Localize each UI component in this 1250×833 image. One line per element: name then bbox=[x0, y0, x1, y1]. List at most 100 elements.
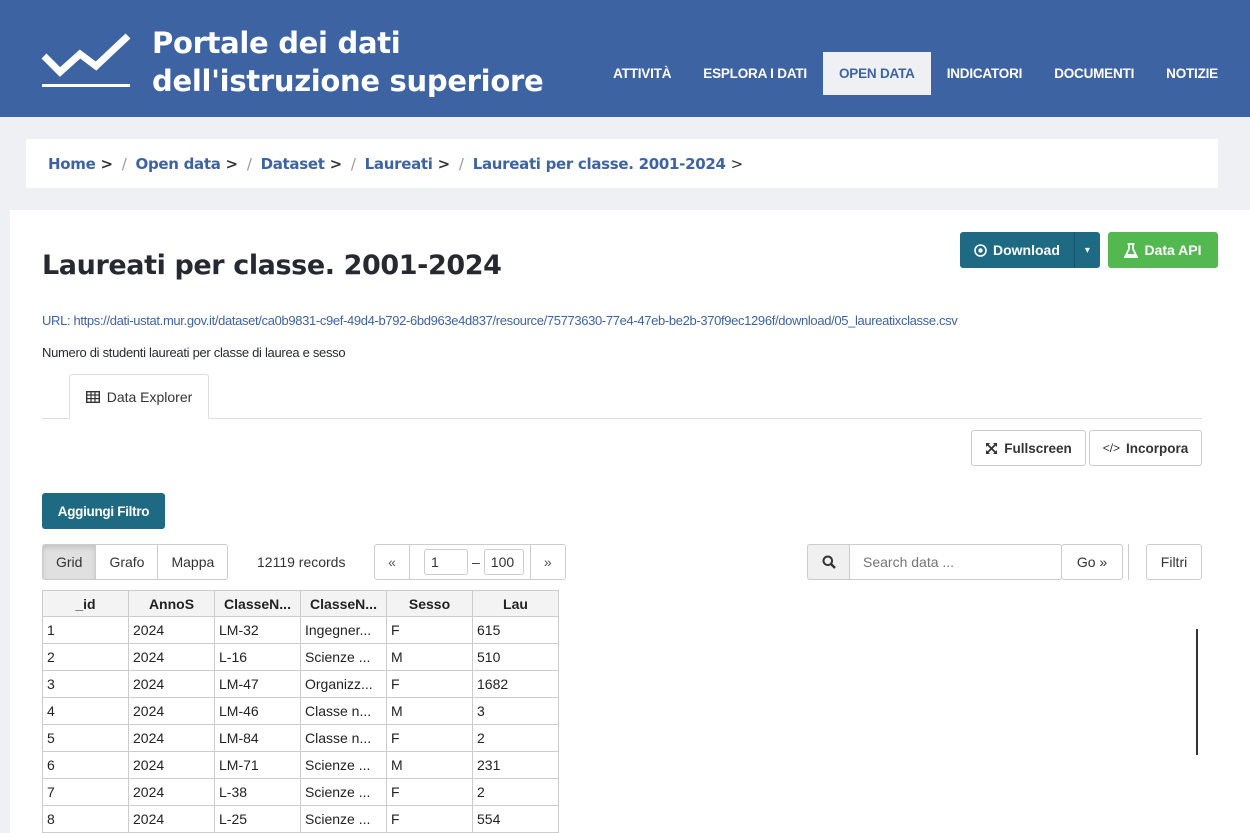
grid-cell[interactable]: Classe n... bbox=[300, 697, 387, 725]
grid-cell[interactable]: 2024 bbox=[128, 643, 215, 671]
grid-cell[interactable]: LM-46 bbox=[214, 697, 301, 725]
pager-next-button[interactable]: » bbox=[529, 544, 566, 580]
grid-cell[interactable]: 8 bbox=[42, 805, 129, 833]
download-button-group: Download ▾ bbox=[960, 232, 1100, 268]
search-box bbox=[807, 544, 1062, 580]
grid-cell[interactable]: 5 bbox=[42, 724, 129, 752]
grid-cell[interactable]: F bbox=[386, 616, 473, 644]
grid-cell[interactable]: 554 bbox=[472, 805, 559, 833]
search-input[interactable] bbox=[850, 544, 1062, 580]
url-label: URL: bbox=[42, 313, 71, 328]
grid-cell[interactable]: 615 bbox=[472, 616, 559, 644]
grid-vertical-scrollbar[interactable] bbox=[1196, 629, 1198, 755]
grid-cell[interactable]: Ingegner... bbox=[300, 616, 387, 644]
view-graph-button[interactable]: Grafo bbox=[95, 544, 159, 580]
grid-cell[interactable]: 1 bbox=[42, 616, 129, 644]
grid-cell[interactable]: 2024 bbox=[128, 805, 215, 833]
grid-cell[interactable]: 231 bbox=[472, 751, 559, 779]
grid-cell[interactable]: 2024 bbox=[128, 616, 215, 644]
download-dropdown-toggle[interactable]: ▾ bbox=[1073, 232, 1100, 268]
nav-item-open-data[interactable]: OPEN DATA bbox=[822, 52, 931, 95]
table-row: 6 2024 LM-71 Scienze ... M 231 bbox=[42, 751, 559, 779]
table-row: 3 2024 LM-47 Organizz... F 1682 bbox=[42, 670, 559, 698]
grid-cell[interactable]: 2024 bbox=[128, 697, 215, 725]
grid-cell[interactable]: F bbox=[386, 778, 473, 806]
grid-cell[interactable]: 2 bbox=[42, 643, 129, 671]
nav-item-notizie[interactable]: NOTIZIE bbox=[1150, 52, 1234, 95]
grid-cell[interactable]: L-25 bbox=[214, 805, 301, 833]
site-brand[interactable]: Portale dei dati dell'istruzione superio… bbox=[152, 24, 544, 100]
search-icon-addon bbox=[807, 544, 850, 580]
grid-cell[interactable]: 3 bbox=[42, 670, 129, 698]
embed-label: Incorpora bbox=[1126, 440, 1189, 456]
column-header[interactable]: ClasseN... bbox=[300, 590, 387, 617]
table-row: 7 2024 L-38 Scienze ... F 2 bbox=[42, 778, 559, 806]
grid-cell[interactable]: Scienze ... bbox=[300, 751, 387, 779]
grid-cell[interactable]: 510 bbox=[472, 643, 559, 671]
tab-data-explorer[interactable]: Data Explorer bbox=[69, 374, 209, 419]
grid-cell[interactable]: 2024 bbox=[128, 724, 215, 752]
pager-from-input[interactable] bbox=[424, 549, 468, 575]
grid-cell[interactable]: 2024 bbox=[128, 670, 215, 698]
grid-cell[interactable]: 3 bbox=[472, 697, 559, 725]
data-api-button[interactable]: Data API bbox=[1108, 232, 1218, 268]
grid-cell[interactable]: LM-47 bbox=[214, 670, 301, 698]
grid-cell[interactable]: LM-84 bbox=[214, 724, 301, 752]
grid-cell[interactable]: 4 bbox=[42, 697, 129, 725]
column-header[interactable]: _id bbox=[42, 590, 129, 617]
view-grid-button[interactable]: Grid bbox=[42, 544, 97, 580]
grid-cell[interactable]: M bbox=[386, 697, 473, 725]
download-label: Download bbox=[993, 242, 1060, 258]
grid-cell[interactable]: 2024 bbox=[128, 778, 215, 806]
embed-button[interactable]: </> Incorpora bbox=[1089, 430, 1202, 466]
grid-cell[interactable]: 2024 bbox=[128, 751, 215, 779]
grid-cell[interactable]: L-16 bbox=[214, 643, 301, 671]
grid-cell[interactable]: Classe n... bbox=[300, 724, 387, 752]
column-header[interactable]: Lau bbox=[472, 590, 559, 617]
grid-cell[interactable]: Scienze ... bbox=[300, 778, 387, 806]
grid-cell[interactable]: 7 bbox=[42, 778, 129, 806]
grid-cell[interactable]: 2 bbox=[472, 778, 559, 806]
add-filter-button[interactable]: Aggiungi Filtro bbox=[42, 493, 165, 529]
column-header[interactable]: AnnoS bbox=[128, 590, 215, 617]
table-row: 1 2024 LM-32 Ingegner... F 615 bbox=[42, 616, 559, 644]
breadcrumb-dataset[interactable]: Dataset bbox=[261, 155, 325, 173]
nav-item-indicatori[interactable]: INDICATORI bbox=[931, 52, 1039, 95]
column-header[interactable]: Sesso bbox=[386, 590, 473, 617]
filters-button[interactable]: Filtri bbox=[1146, 544, 1202, 580]
nav-item-attivita[interactable]: ATTIVITÀ bbox=[597, 52, 687, 95]
grid-cell[interactable]: F bbox=[386, 670, 473, 698]
grid-cell[interactable]: 2 bbox=[472, 724, 559, 752]
nav-item-documenti[interactable]: DOCUMENTI bbox=[1038, 52, 1150, 95]
grid-cell[interactable]: Organizz... bbox=[300, 670, 387, 698]
search-go-button[interactable]: Go » bbox=[1061, 544, 1123, 580]
breadcrumb-laureati[interactable]: Laureati bbox=[365, 155, 433, 173]
grid-cell[interactable]: LM-71 bbox=[214, 751, 301, 779]
grid-cell[interactable]: M bbox=[386, 643, 473, 671]
breadcrumb-divider: / bbox=[121, 154, 127, 173]
view-map-button[interactable]: Mappa bbox=[157, 544, 229, 580]
breadcrumb-divider: / bbox=[458, 154, 464, 173]
grid-cell[interactable]: F bbox=[386, 805, 473, 833]
grid-cell[interactable]: 6 bbox=[42, 751, 129, 779]
grid-cell[interactable]: 1682 bbox=[472, 670, 559, 698]
grid-cell[interactable]: Scienze ... bbox=[300, 643, 387, 671]
breadcrumb-current-resource[interactable]: Laureati per classe. 2001-2024 bbox=[473, 155, 726, 173]
grid-cell[interactable]: F bbox=[386, 724, 473, 752]
column-header[interactable]: ClasseN... bbox=[214, 590, 301, 617]
download-button[interactable]: Download bbox=[960, 232, 1074, 268]
breadcrumb-separator: > bbox=[437, 154, 451, 173]
grid-cell[interactable]: L-38 bbox=[214, 778, 301, 806]
grid-cell[interactable]: LM-32 bbox=[214, 616, 301, 644]
pager-prev-button[interactable]: « bbox=[374, 544, 410, 580]
grid-cell[interactable]: Scienze ... bbox=[300, 805, 387, 833]
breadcrumb-open-data[interactable]: Open data bbox=[136, 155, 221, 173]
nav-item-esplora-i-dati[interactable]: ESPLORA I DATI bbox=[687, 52, 823, 95]
resource-url-link[interactable]: https://dati-ustat.mur.gov.it/dataset/ca… bbox=[73, 313, 957, 328]
pager-to-input[interactable] bbox=[483, 549, 524, 575]
chart-line-logo-icon[interactable] bbox=[40, 30, 132, 92]
resource-url-line: URL: https://dati-ustat.mur.gov.it/datas… bbox=[42, 313, 958, 328]
fullscreen-button[interactable]: Fullscreen bbox=[971, 430, 1086, 466]
grid-cell[interactable]: M bbox=[386, 751, 473, 779]
breadcrumb-home[interactable]: Home bbox=[48, 155, 96, 173]
